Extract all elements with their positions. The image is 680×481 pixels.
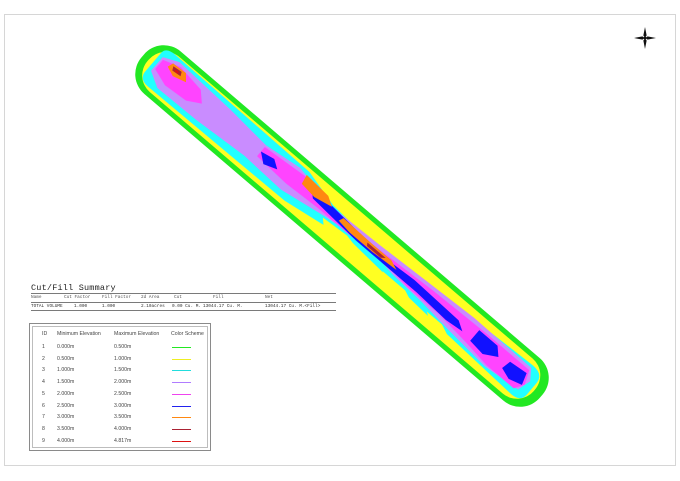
summary-row-cut-factor: 1.000 — [74, 304, 88, 309]
legend-row-1-max: 0.500m — [114, 344, 132, 350]
summary-rule-mid — [31, 302, 336, 303]
legend-row-9-color-swatch — [172, 440, 191, 442]
legend-row-2-id: 2 — [42, 355, 45, 362]
summary-rule-top — [31, 293, 336, 294]
legend-row-1-color-swatch — [172, 347, 191, 348]
legend-row-8-min: 3.500m — [57, 425, 75, 432]
legend-row-6-max: 3.000m — [114, 402, 132, 409]
legend-row-1-id: 1 — [42, 344, 45, 350]
legend-row-8-max: 4.000m — [114, 425, 132, 432]
legend-row-9-id: 9 — [42, 437, 45, 444]
legend-row-2-color-swatch — [172, 358, 191, 360]
legend-row-4-id: 4 — [42, 379, 45, 386]
summary-header-cut-factor: Cut Factor — [64, 295, 91, 300]
legend-row-7-max: 3.500m — [114, 414, 132, 421]
legend-row-3-min: 1.000m — [57, 367, 75, 374]
summary-header-2d-area: 2d Area — [141, 295, 160, 300]
legend-header-id: ID — [42, 331, 48, 337]
legend-row-6-id: 6 — [42, 402, 45, 409]
north-arrow-star-icon — [634, 27, 656, 49]
legend-row-3-color-swatch — [172, 370, 191, 372]
legend-row-7-id: 7 — [42, 414, 45, 421]
legend-row-9-min: 4.000m — [57, 437, 75, 444]
legend-row-2-min: 0.500m — [57, 355, 75, 362]
summary-row-name: TOTAL VOLUME — [31, 304, 63, 309]
legend-row-6-min: 2.500m — [57, 402, 75, 409]
elevation-legend-table: ID Minimum Elevation Maximum Elevation C… — [29, 323, 211, 451]
legend-row-8-id: 8 — [42, 425, 45, 432]
summary-row-2d-area: 2.10acres — [141, 304, 165, 309]
summary-rule-bottom — [31, 310, 336, 311]
summary-row-fill-factor: 1.000 — [102, 304, 116, 309]
legend-row-4-min: 1.500m — [57, 379, 75, 386]
legend-row-4-color-swatch — [172, 382, 191, 384]
summary-row-cut: 0.00 Cu. M. — [172, 304, 201, 309]
legend-row-8-color-swatch — [172, 428, 191, 430]
legend-header-min: Minimum Elevation — [57, 331, 101, 337]
summary-header-fill: Fill — [213, 295, 224, 300]
legend-row-3-max: 1.500m — [114, 367, 132, 374]
cut-fill-summary-title: Cut/Fill Summary — [31, 283, 116, 293]
legend-header-color: Color Scheme — [171, 331, 204, 337]
legend-row-5-min: 2.000m — [57, 390, 75, 397]
legend-row-7-color-swatch — [172, 417, 191, 419]
legend-header-max: Maximum Elevation — [114, 331, 160, 337]
legend-row-1-min: 0.000m — [57, 344, 75, 350]
legend-row-3-id: 3 — [42, 367, 45, 374]
summary-header-name: Name — [31, 295, 42, 300]
legend-row-7-min: 3.000m — [57, 414, 75, 421]
summary-header-fill-factor: Fill Factor — [102, 295, 131, 300]
summary-header-net: Net — [265, 295, 273, 300]
summary-row-fill: 13044.17 Cu. M. — [203, 304, 243, 309]
legend-row-5-id: 5 — [42, 390, 45, 397]
legend-row-4-max: 2.000m — [114, 379, 132, 386]
summary-header-cut: Cut — [174, 295, 182, 300]
legend-row-2-max: 1.000m — [114, 355, 132, 362]
summary-row-net: 13044.17 Cu. M.<Fill> — [265, 304, 321, 309]
legend-row-5-max: 2.500m — [114, 390, 132, 397]
legend-row-5-color-swatch — [172, 393, 191, 395]
legend-row-9-max: 4.817m — [114, 437, 132, 444]
legend-row-6-color-swatch — [172, 405, 191, 407]
